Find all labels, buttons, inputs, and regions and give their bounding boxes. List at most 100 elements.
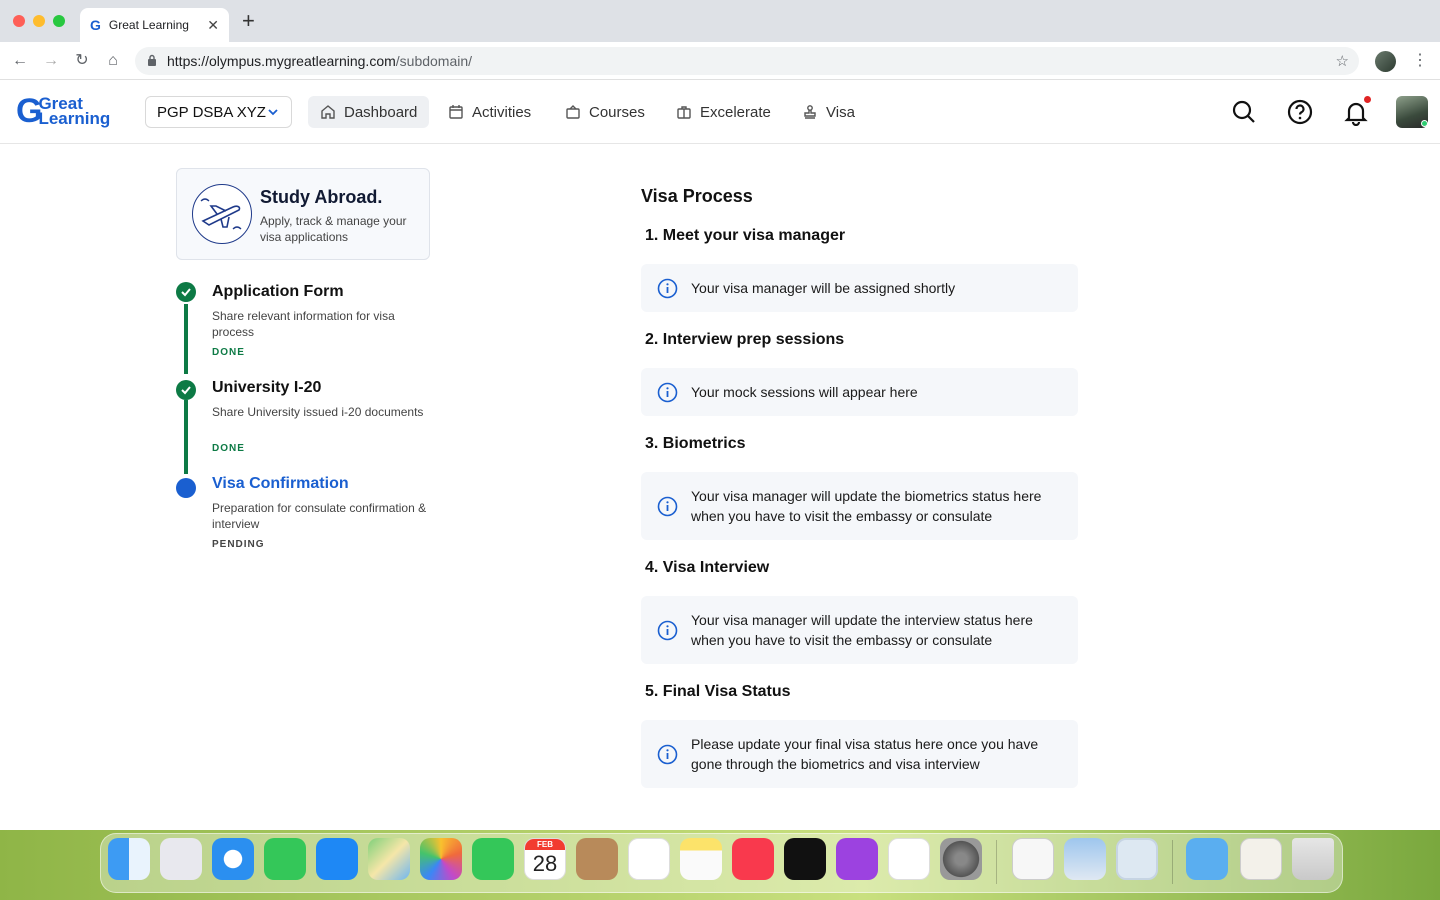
browser-tab-strip: G Great Learning ✕ + xyxy=(0,0,1440,42)
nav-visa-label: Visa xyxy=(826,103,855,121)
browser-profile-avatar[interactable] xyxy=(1375,51,1396,72)
info-icon xyxy=(657,620,678,640)
maximize-window-button[interactable] xyxy=(53,15,65,27)
photos-icon[interactable] xyxy=(420,838,462,880)
maps-icon[interactable] xyxy=(368,838,410,880)
dock-separator xyxy=(996,840,997,884)
promo-title: Study Abroad. xyxy=(260,187,383,207)
trash-icon[interactable] xyxy=(1292,838,1334,880)
step-description: Share University issued i-20 documents xyxy=(212,405,424,419)
address-bar[interactable]: https://olympus.mygreatlearning.com/subd… xyxy=(135,47,1359,75)
great-learning-logo[interactable]: G Great Learning xyxy=(16,94,110,128)
news-icon[interactable] xyxy=(888,838,930,880)
section-title: 3. Biometrics xyxy=(645,435,746,452)
folder-icon[interactable] xyxy=(1186,838,1228,880)
tab-title: Great Learning xyxy=(108,18,189,32)
chevron-down-icon xyxy=(267,102,279,125)
courses-icon xyxy=(566,105,580,119)
info-box: Your visa manager will update the biomet… xyxy=(641,472,1078,540)
info-text: Your visa manager will be assigned short… xyxy=(691,280,956,296)
preview-icon[interactable] xyxy=(1064,838,1106,880)
home-icon xyxy=(321,105,335,119)
info-icon xyxy=(657,382,678,402)
browser-menu-icon[interactable]: ⋮ xyxy=(1412,51,1428,71)
notification-badge xyxy=(1364,96,1371,103)
step-description: Share relevant information for visa proc… xyxy=(212,309,395,339)
nav-activities-label: Activities xyxy=(472,103,532,121)
system-preferences-icon[interactable] xyxy=(940,838,982,880)
section-title: 1. Meet your visa manager xyxy=(645,227,846,244)
help-icon[interactable] xyxy=(1286,98,1314,126)
nav-courses-label: Courses xyxy=(589,103,645,121)
nav-visa[interactable]: Visa xyxy=(790,96,867,128)
favicon-icon: G xyxy=(90,17,101,33)
calendar-app-icon[interactable]: FEB 28 xyxy=(524,838,566,880)
podcasts-icon[interactable] xyxy=(836,838,878,880)
nav-activities[interactable]: Activities xyxy=(436,96,543,128)
step-status: DONE xyxy=(212,347,245,358)
program-label: PGP DSBA XYZ xyxy=(157,103,266,121)
check-icon xyxy=(176,380,196,400)
search-icon[interactable] xyxy=(1230,98,1258,126)
nav-excelerate[interactable]: Excelerate xyxy=(664,96,783,128)
safari-icon[interactable] xyxy=(212,838,254,880)
notes-icon[interactable] xyxy=(680,838,722,880)
info-box: Please update your final visa status her… xyxy=(641,720,1078,788)
finder-icon[interactable] xyxy=(108,838,150,880)
section-title: 4. Visa Interview xyxy=(645,559,770,576)
document-icon[interactable] xyxy=(1240,838,1282,880)
facetime-icon[interactable] xyxy=(472,838,514,880)
reload-icon[interactable]: ↻ xyxy=(72,51,92,71)
calendar-day: 28 xyxy=(532,851,558,876)
info-text: Your visa manager will update the biomet… xyxy=(691,488,1042,524)
nav-dashboard-label: Dashboard xyxy=(344,103,418,121)
info-icon xyxy=(657,496,678,516)
dock-separator xyxy=(1172,840,1173,884)
info-box: Your mock sessions will appear here xyxy=(641,368,1078,416)
reminders-icon[interactable] xyxy=(628,838,670,880)
home-icon[interactable]: ⌂ xyxy=(103,51,123,71)
contacts-icon[interactable] xyxy=(576,838,618,880)
section-title: 2. Interview prep sessions xyxy=(645,331,845,348)
back-icon[interactable]: ← xyxy=(10,51,30,71)
briefcase-icon xyxy=(677,106,691,119)
step-application-form[interactable]: Application Form xyxy=(212,283,344,301)
url-host: https://olympus.mygreatlearning.com xyxy=(167,53,396,69)
check-icon xyxy=(176,282,196,302)
url-path: /subdomain/ xyxy=(395,53,473,69)
nav-dashboard[interactable]: Dashboard xyxy=(308,96,430,128)
calendar-month: FEB xyxy=(525,839,565,850)
info-text: Please update your final visa status her… xyxy=(691,736,1039,772)
forward-icon[interactable]: → xyxy=(41,51,61,71)
calendar-icon xyxy=(449,105,463,119)
launchpad-icon[interactable] xyxy=(160,838,202,880)
new-tab-icon[interactable]: + xyxy=(242,10,255,32)
step-connector xyxy=(184,304,188,374)
apple-tv-icon[interactable] xyxy=(784,838,826,880)
browser-toolbar: ← → ↻ ⌂ https://olympus.mygreatlearning.… xyxy=(0,42,1440,80)
lock-icon xyxy=(147,53,157,69)
textedit-icon[interactable] xyxy=(1012,838,1054,880)
bookmark-star-icon[interactable]: ☆ xyxy=(1336,52,1349,70)
close-tab-icon[interactable]: ✕ xyxy=(207,17,219,34)
airplane-icon xyxy=(192,184,252,244)
step-university-i20[interactable]: University I-20 xyxy=(212,379,321,397)
step-visa-confirmation[interactable]: Visa Confirmation xyxy=(212,475,349,493)
browser-tab[interactable]: G Great Learning ✕ xyxy=(80,8,229,42)
minimize-window-button[interactable] xyxy=(33,15,45,27)
step-status: DONE xyxy=(212,443,245,454)
close-window-button[interactable] xyxy=(13,15,25,27)
music-icon[interactable] xyxy=(732,838,774,880)
current-step-icon xyxy=(176,478,196,498)
program-selector[interactable]: PGP DSBA XYZ xyxy=(145,96,292,128)
promo-subtitle: Apply, track & manage your visa applicat… xyxy=(260,214,407,244)
mail-icon[interactable] xyxy=(316,838,358,880)
info-icon xyxy=(657,744,678,764)
nav-courses[interactable]: Courses xyxy=(553,96,657,128)
window-icon[interactable] xyxy=(1116,838,1158,880)
nav-excelerate-label: Excelerate xyxy=(700,103,771,121)
info-icon xyxy=(657,278,678,298)
messages-icon[interactable] xyxy=(264,838,306,880)
info-box: Your visa manager will be assigned short… xyxy=(641,264,1078,312)
logo-line2: Learning xyxy=(38,109,111,128)
